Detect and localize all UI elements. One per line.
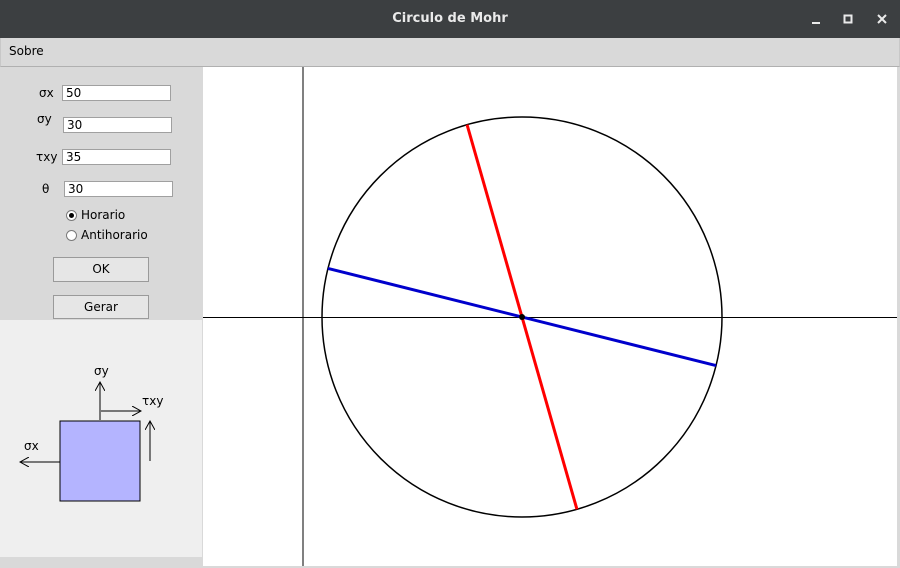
- theta-input[interactable]: [64, 181, 173, 197]
- diagram-tau-xy-label: τxy: [142, 394, 163, 408]
- sigma-x-label: σx: [39, 86, 54, 100]
- diagram-sigma-x-label: σx: [24, 439, 39, 453]
- mohr-svg: [203, 67, 900, 566]
- close-button[interactable]: [871, 8, 893, 30]
- theta-label: θ: [42, 182, 50, 196]
- maximize-button[interactable]: [837, 8, 859, 30]
- close-icon: [877, 14, 887, 24]
- radio-antihorario[interactable]: [66, 230, 77, 241]
- menu-sobre[interactable]: Sobre: [9, 44, 44, 58]
- menu-bar: Sobre: [0, 38, 900, 67]
- generate-results-button[interactable]: Gerar Resultados: [53, 295, 149, 336]
- minimize-icon: [812, 22, 820, 24]
- stress-element-diagram: σy τxy σx: [0, 320, 202, 557]
- radio-antihorario-label: Antihorario: [81, 228, 148, 242]
- stress-element-square: [59, 420, 141, 502]
- maximize-icon: [843, 14, 853, 24]
- sigma-y-input[interactable]: [63, 117, 172, 133]
- window-title: Circulo de Mohr: [392, 11, 508, 26]
- radio-horario[interactable]: [66, 210, 77, 221]
- panel-bottom-strip: [0, 557, 203, 568]
- input-panel: σx σy τxy θ Horario Antihorario OK Gerar…: [0, 67, 202, 336]
- sigma-y-label: σy: [37, 112, 52, 126]
- stress-element-svg: σy τxy σx: [0, 364, 163, 502]
- radio-horario-label: Horario: [81, 208, 126, 222]
- sigma-x-input[interactable]: [62, 85, 171, 101]
- circle-center-point: [519, 314, 525, 320]
- ok-button[interactable]: OK: [53, 257, 149, 282]
- tau-xy-label: τxy: [36, 150, 58, 164]
- minimize-button[interactable]: [805, 8, 827, 30]
- title-bar: Circulo de Mohr: [0, 0, 900, 38]
- mohr-canvas[interactable]: [203, 67, 900, 566]
- diagram-sigma-y-label: σy: [94, 364, 109, 378]
- tau-xy-input[interactable]: [62, 149, 171, 165]
